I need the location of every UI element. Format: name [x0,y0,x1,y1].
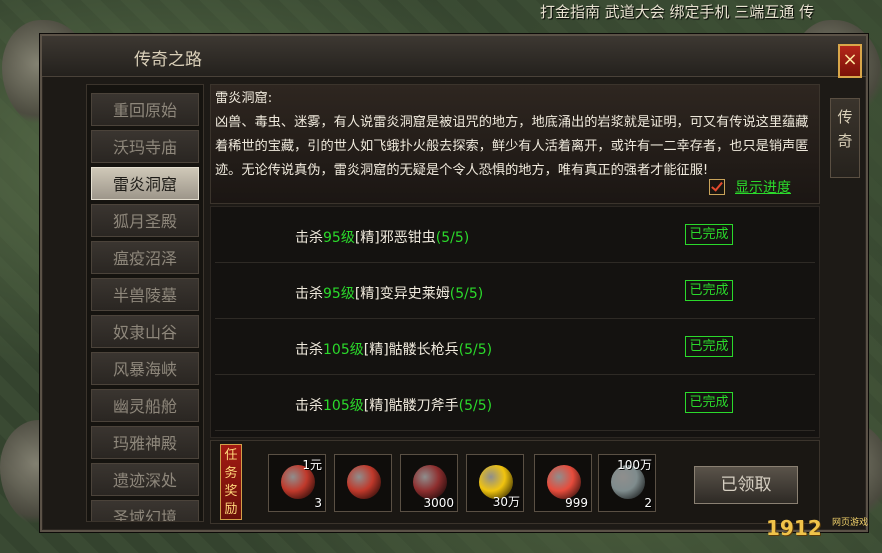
reward-item-count: 3 [314,496,322,510]
task-level: 95级 [323,286,355,302]
reward-badge: 任务奖励 [220,444,242,520]
task-list: 击杀95级[精]邪恶钳虫(5/5) 已完成 击杀95级[精]变异史莱姆(5/5) 已完… [210,206,820,438]
task-elite: [精] [363,398,389,414]
chapter-nav: 重回原始沃玛寺庙雷炎洞窟狐月圣殿瘟疫沼泽半兽陵墓奴隶山谷风暴海峡幽灵船舱玛雅神殿… [86,84,204,522]
nav-item[interactable]: 幽灵船舱 [91,389,199,422]
task-status-badge: 已完成 [685,224,733,245]
task-progress: (5/5) [458,342,493,358]
task-prefix: 击杀 [295,230,323,246]
task-status-badge: 已完成 [685,392,733,413]
red-gem-icon [547,465,581,499]
task-elite: [精] [354,286,380,302]
task-progress: (5/5) [458,398,493,414]
task-level: 105级 [323,398,364,414]
task-prefix: 击杀 [295,342,323,358]
nav-item[interactable]: 圣域幻境 [91,500,199,521]
task-text: 击杀95级[精]变异史莱姆(5/5) [295,283,483,303]
task-row: 击杀95级[精]邪恶钳虫(5/5) 已完成 [211,207,819,263]
nav-item[interactable]: 狐月圣殿 [91,204,199,237]
reward-item-count: 3000 [423,496,454,510]
reward-item[interactable]: 3000 [400,454,458,512]
nav-item[interactable]: 沃玛寺庙 [91,130,199,163]
nav-item[interactable]: 重回原始 [91,93,199,126]
reward-item[interactable]: 999 [534,454,592,512]
quest-window: 传奇之路 × 传奇 重回原始沃玛寺庙雷炎洞窟狐月圣殿瘟疫沼泽半兽陵墓奴隶山谷风暴… [40,34,868,532]
brand-logo: 1912 [766,516,822,540]
task-elite: [精] [354,230,380,246]
task-level: 105级 [323,342,364,358]
reward-item-count: 30万 [492,495,520,509]
reward-item[interactable] [334,454,392,512]
task-status-badge: 已完成 [685,336,733,357]
side-tab-legend[interactable]: 传奇 [830,98,860,178]
reward-item-count: 999 [565,496,588,510]
ring-icon [347,465,381,499]
description-panel: 雷炎洞窟: 凶兽、毒虫、迷雾，有人说雷炎洞窟是被诅咒的地方，地底涌出的岩浆就是证… [210,84,820,204]
task-target: 变异史莱姆 [379,286,450,302]
window-titlebar[interactable]: 传奇之路 × [42,36,866,78]
window-title: 传奇之路 [134,50,202,70]
close-button[interactable]: × [838,44,862,78]
task-status-badge: 已完成 [685,280,733,301]
task-elite: [精] [363,342,389,358]
task-progress: (5/5) [435,230,470,246]
nav-item[interactable]: 瘟疫沼泽 [91,241,199,274]
reward-item[interactable]: 30万 [466,454,524,512]
task-target: 邪恶钳虫 [379,230,436,246]
nav-item[interactable]: 奴隶山谷 [91,315,199,348]
emblem-icon [413,465,447,499]
task-text: 击杀105级[精]骷髅刀斧手(5/5) [295,395,492,415]
task-progress: (5/5) [449,286,484,302]
task-prefix: 击杀 [295,398,323,414]
task-prefix: 击杀 [295,286,323,302]
reward-item[interactable]: 1元 3 [268,454,326,512]
show-progress-checkbox[interactable] [709,179,725,195]
reward-item[interactable]: 100万 2 [598,454,656,512]
task-divider [215,430,815,431]
nav-item[interactable]: 雷炎洞窟 [91,167,199,200]
task-text: 击杀105级[精]骷髅长枪兵(5/5) [295,339,492,359]
claim-button[interactable]: 已领取 [694,466,798,504]
reward-item-top-label: 100万 [617,458,652,472]
description-body: 凶兽、毒虫、迷雾，有人说雷炎洞窟是被诅咒的地方，地底涌出的岩浆就是证明，可又有传… [215,115,809,178]
task-target: 骷髅刀斧手 [388,398,459,414]
reward-item-count: 2 [644,496,652,510]
nav-item[interactable]: 遗迹深处 [91,463,199,496]
show-progress-link[interactable]: 显示进度 [735,177,791,197]
brand-logo-sub: 网页游戏 [832,518,869,528]
task-text: 击杀95级[精]邪恶钳虫(5/5) [295,227,469,247]
task-row: 击杀105级[精]骷髅刀斧手(5/5) 已完成 [211,375,819,431]
task-target: 骷髅长枪兵 [388,342,459,358]
task-row: 击杀105级[精]骷髅长枪兵(5/5) 已完成 [211,319,819,375]
side-tab-label: 传奇 [837,108,853,150]
nav-item[interactable]: 半兽陵墓 [91,278,199,311]
nav-item[interactable]: 玛雅神殿 [91,426,199,459]
task-level: 95级 [323,230,355,246]
description-text: 雷炎洞窟: 凶兽、毒虫、迷雾，有人说雷炎洞窟是被诅咒的地方，地底涌出的岩浆就是证… [215,87,815,183]
reward-item-top-label: 1元 [302,458,322,472]
nav-item[interactable]: 风暴海峡 [91,352,199,385]
task-row: 击杀95级[精]变异史莱姆(5/5) 已完成 [211,263,819,319]
description-heading: 雷炎洞窟: [215,91,273,106]
